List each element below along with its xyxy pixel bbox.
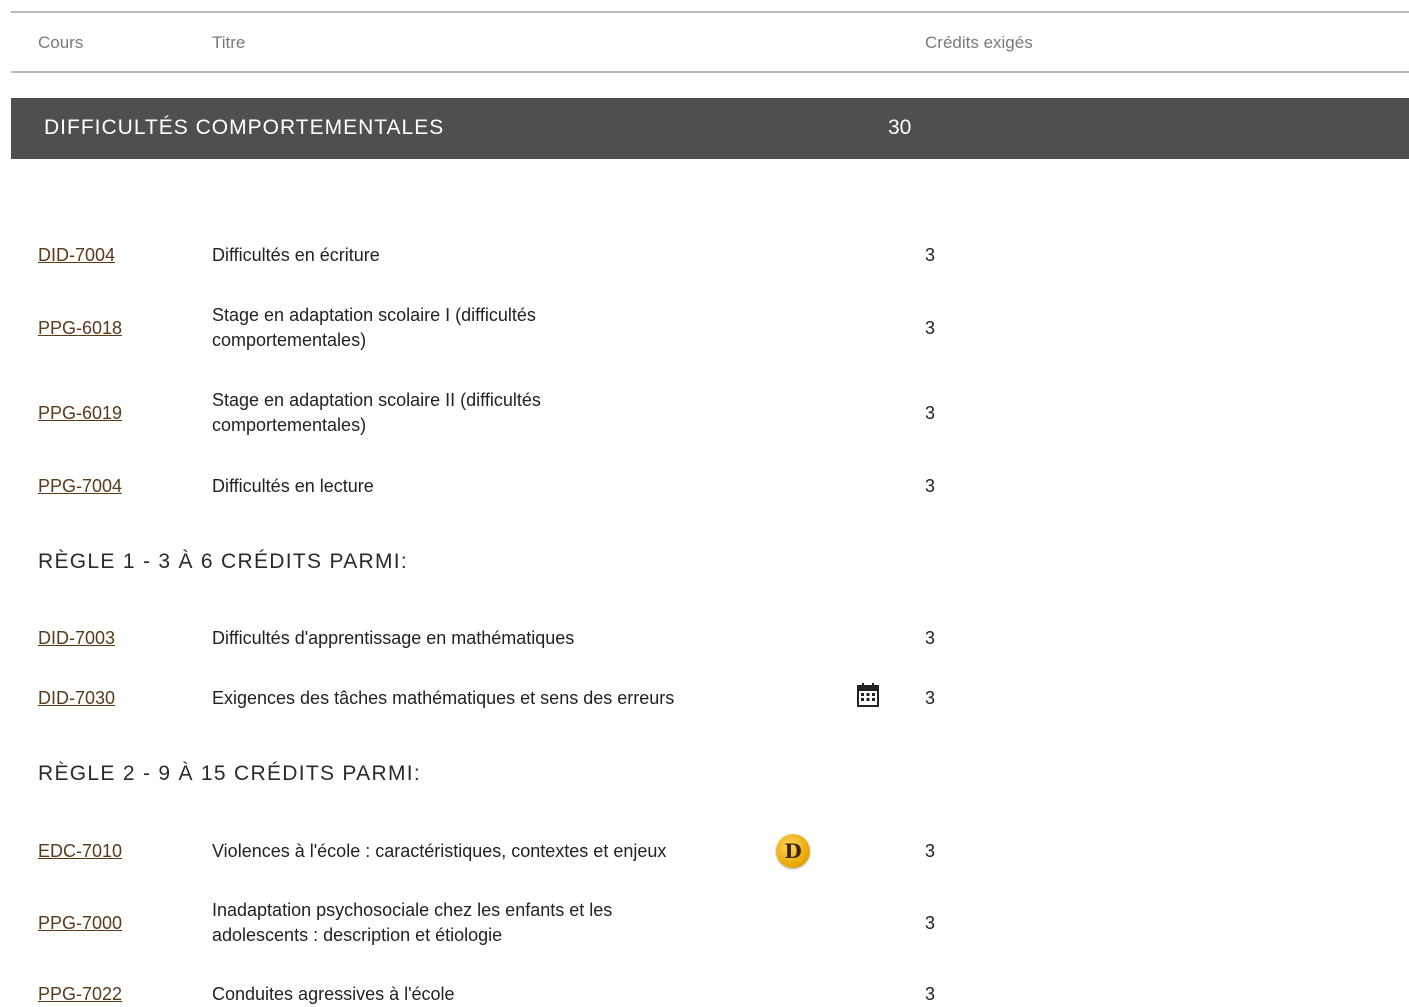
course-title: Difficultés en lecture — [212, 476, 374, 496]
column-header-course: Cours — [38, 33, 84, 52]
course-title: Stage en adaptation scolaire I (difficul… — [212, 305, 536, 350]
rule-2-heading: RÈGLE 2 - 9 À 15 CRÉDITS PARMI: — [38, 762, 422, 785]
column-header-credits: Crédits exigés — [925, 33, 1033, 52]
course-title: Difficultés d'apprentissage en mathémati… — [212, 628, 575, 648]
course-code-link[interactable]: PPG-6019 — [38, 403, 122, 424]
calendar-icon[interactable] — [856, 682, 880, 708]
course-credits: 3 — [925, 245, 936, 265]
course-code-link[interactable]: DID-7003 — [38, 628, 115, 649]
course-code-link[interactable]: PPG-6018 — [38, 318, 122, 339]
course-credits: 3 — [925, 403, 936, 423]
header-bottom-divider — [11, 71, 1409, 73]
course-code-link[interactable]: DID-7004 — [38, 245, 115, 266]
course-credits: 3 — [925, 628, 936, 648]
course-credits: 3 — [925, 476, 936, 496]
course-code-link[interactable]: EDC-7010 — [38, 841, 122, 862]
course-code-link[interactable]: DID-7030 — [38, 688, 115, 709]
course-credits: 3 — [925, 913, 936, 933]
course-credits: 3 — [925, 984, 936, 1004]
header-top-divider — [11, 11, 1409, 13]
course-credits: 3 — [925, 318, 936, 338]
distance-course-badge-icon[interactable]: D — [776, 834, 810, 868]
course-title: Inadaptation psychosociale chez les enfa… — [212, 900, 613, 945]
section-header-bar: DIFFICULTÉS COMPORTEMENTALES 30 — [11, 98, 1409, 159]
column-header-title: Titre — [212, 33, 246, 52]
course-title: Stage en adaptation scolaire II (difficu… — [212, 390, 541, 435]
course-title: Violences à l'école : caractéristiques, … — [212, 841, 667, 861]
course-title: Conduites agressives à l'école — [212, 984, 455, 1004]
course-credits: 3 — [925, 841, 936, 861]
course-code-link[interactable]: PPG-7000 — [38, 913, 122, 934]
course-code-link[interactable]: PPG-7004 — [38, 476, 122, 497]
course-title: Difficultés en écriture — [212, 245, 380, 265]
course-credits: 3 — [925, 688, 936, 708]
course-title: Exigences des tâches mathématiques et se… — [212, 688, 675, 708]
rule-1-heading: RÈGLE 1 - 3 À 6 CRÉDITS PARMI: — [38, 550, 409, 573]
section-credits: 30 — [888, 116, 912, 139]
section-title: DIFFICULTÉS COMPORTEMENTALES — [44, 116, 445, 139]
course-code-link[interactable]: PPG-7022 — [38, 984, 122, 1005]
